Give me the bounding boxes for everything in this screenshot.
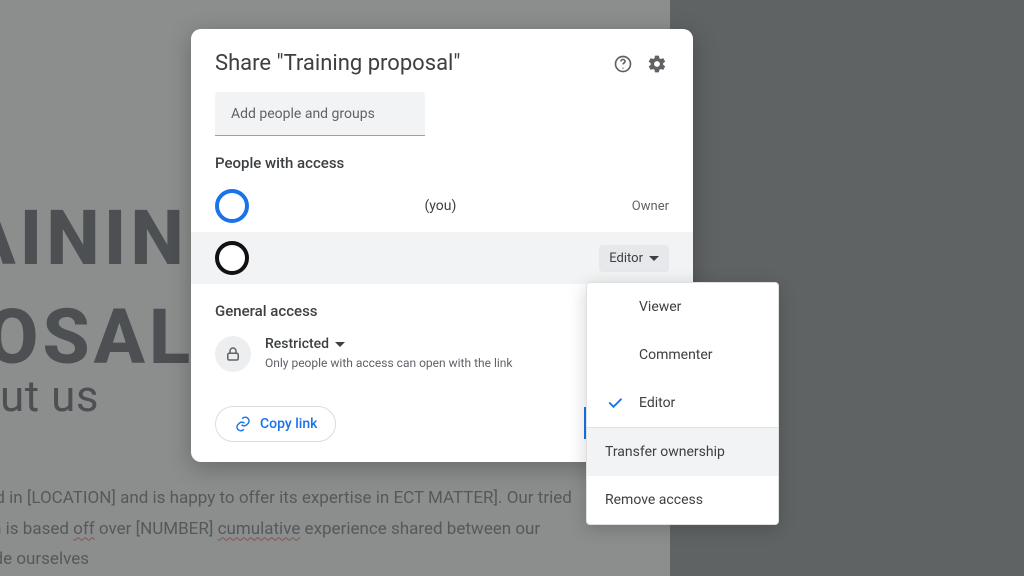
role-option-commenter[interactable]: Commenter xyxy=(587,331,778,379)
chevron-down-icon xyxy=(335,342,345,347)
role-dropdown-button[interactable]: Editor xyxy=(599,245,669,272)
chevron-down-icon xyxy=(649,256,659,261)
general-access-mode-button[interactable]: Restricted xyxy=(265,336,513,352)
person-row-owner: (you) Owner xyxy=(191,180,693,232)
person-row-editor: Editor xyxy=(191,232,693,284)
dialog-title: Share "Training proposal" xyxy=(215,51,601,76)
link-icon xyxy=(234,415,252,433)
lock-icon xyxy=(215,336,251,372)
role-option-viewer[interactable]: Viewer xyxy=(587,283,778,331)
role-dropdown-menu: Viewer Commenter Editor Transfer ownersh… xyxy=(586,282,779,525)
add-people-input[interactable] xyxy=(215,92,425,136)
people-with-access-label: People with access xyxy=(215,154,669,172)
check-icon xyxy=(605,394,625,412)
gear-icon[interactable] xyxy=(645,52,669,76)
role-label-owner: Owner xyxy=(632,199,669,214)
dialog-header: Share "Training proposal" xyxy=(191,29,693,90)
role-action-transfer-ownership[interactable]: Transfer ownership xyxy=(587,428,778,476)
role-option-editor[interactable]: Editor xyxy=(587,379,778,427)
avatar xyxy=(215,241,249,275)
general-access-description: Only people with access can open with th… xyxy=(265,356,513,370)
person-label: (you) xyxy=(263,198,618,214)
copy-link-button[interactable]: Copy link xyxy=(215,406,336,442)
avatar xyxy=(215,189,249,223)
role-action-remove-access[interactable]: Remove access xyxy=(587,476,778,524)
help-icon[interactable] xyxy=(611,52,635,76)
